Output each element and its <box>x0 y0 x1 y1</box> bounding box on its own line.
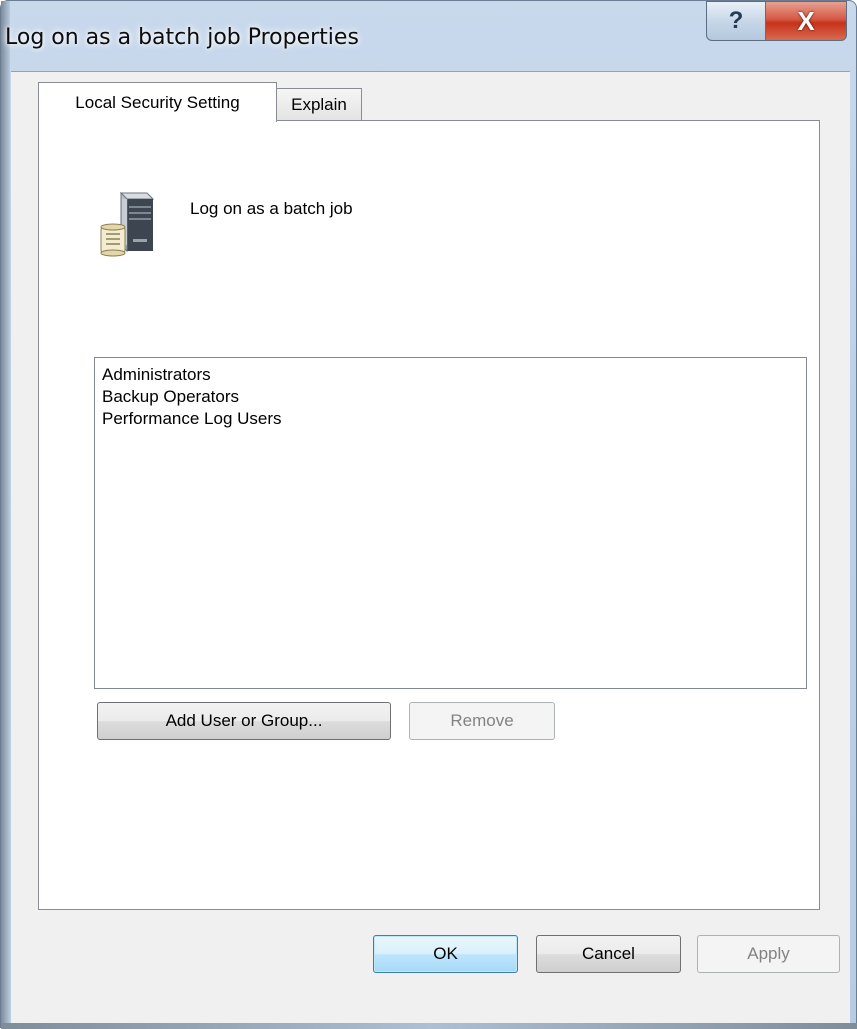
dialog-client-area: Local Security Setting Explain Log on as… <box>11 71 850 1024</box>
server-policy-icon <box>100 191 155 257</box>
policy-title: Log on as a batch job <box>190 199 353 218</box>
cancel-button[interactable]: Cancel <box>536 935 681 973</box>
tab-local-security-setting[interactable]: Local Security Setting <box>38 82 277 122</box>
remove-button[interactable]: Remove <box>409 702 555 740</box>
help-icon: ? <box>728 7 744 34</box>
tab-label: Explain <box>291 95 347 114</box>
properties-dialog: Log on as a batch job Properties ? X Loc… <box>0 0 857 1029</box>
window-left-border <box>1 1 10 1029</box>
help-button[interactable]: ? <box>706 1 766 41</box>
close-button[interactable]: X <box>765 1 847 41</box>
tab-explain[interactable]: Explain <box>276 88 362 121</box>
window-title: Log on as a batch job Properties <box>5 25 359 50</box>
list-item[interactable]: Administrators <box>102 364 799 386</box>
add-user-or-group-button[interactable]: Add User or Group... <box>97 702 391 740</box>
accounts-list[interactable]: Administrators Backup Operators Performa… <box>94 357 807 689</box>
title-bar[interactable]: Log on as a batch job Properties ? X <box>1 1 857 71</box>
list-item[interactable]: Backup Operators <box>102 386 799 408</box>
close-icon: X <box>797 5 815 36</box>
list-item[interactable]: Performance Log Users <box>102 408 799 430</box>
ok-button[interactable]: OK <box>373 935 518 973</box>
tab-panel: Log on as a batch job Administrators Bac… <box>38 120 820 910</box>
apply-button[interactable]: Apply <box>697 935 840 973</box>
window-bottom-border <box>1 1023 857 1029</box>
tab-label: Local Security Setting <box>75 92 240 112</box>
